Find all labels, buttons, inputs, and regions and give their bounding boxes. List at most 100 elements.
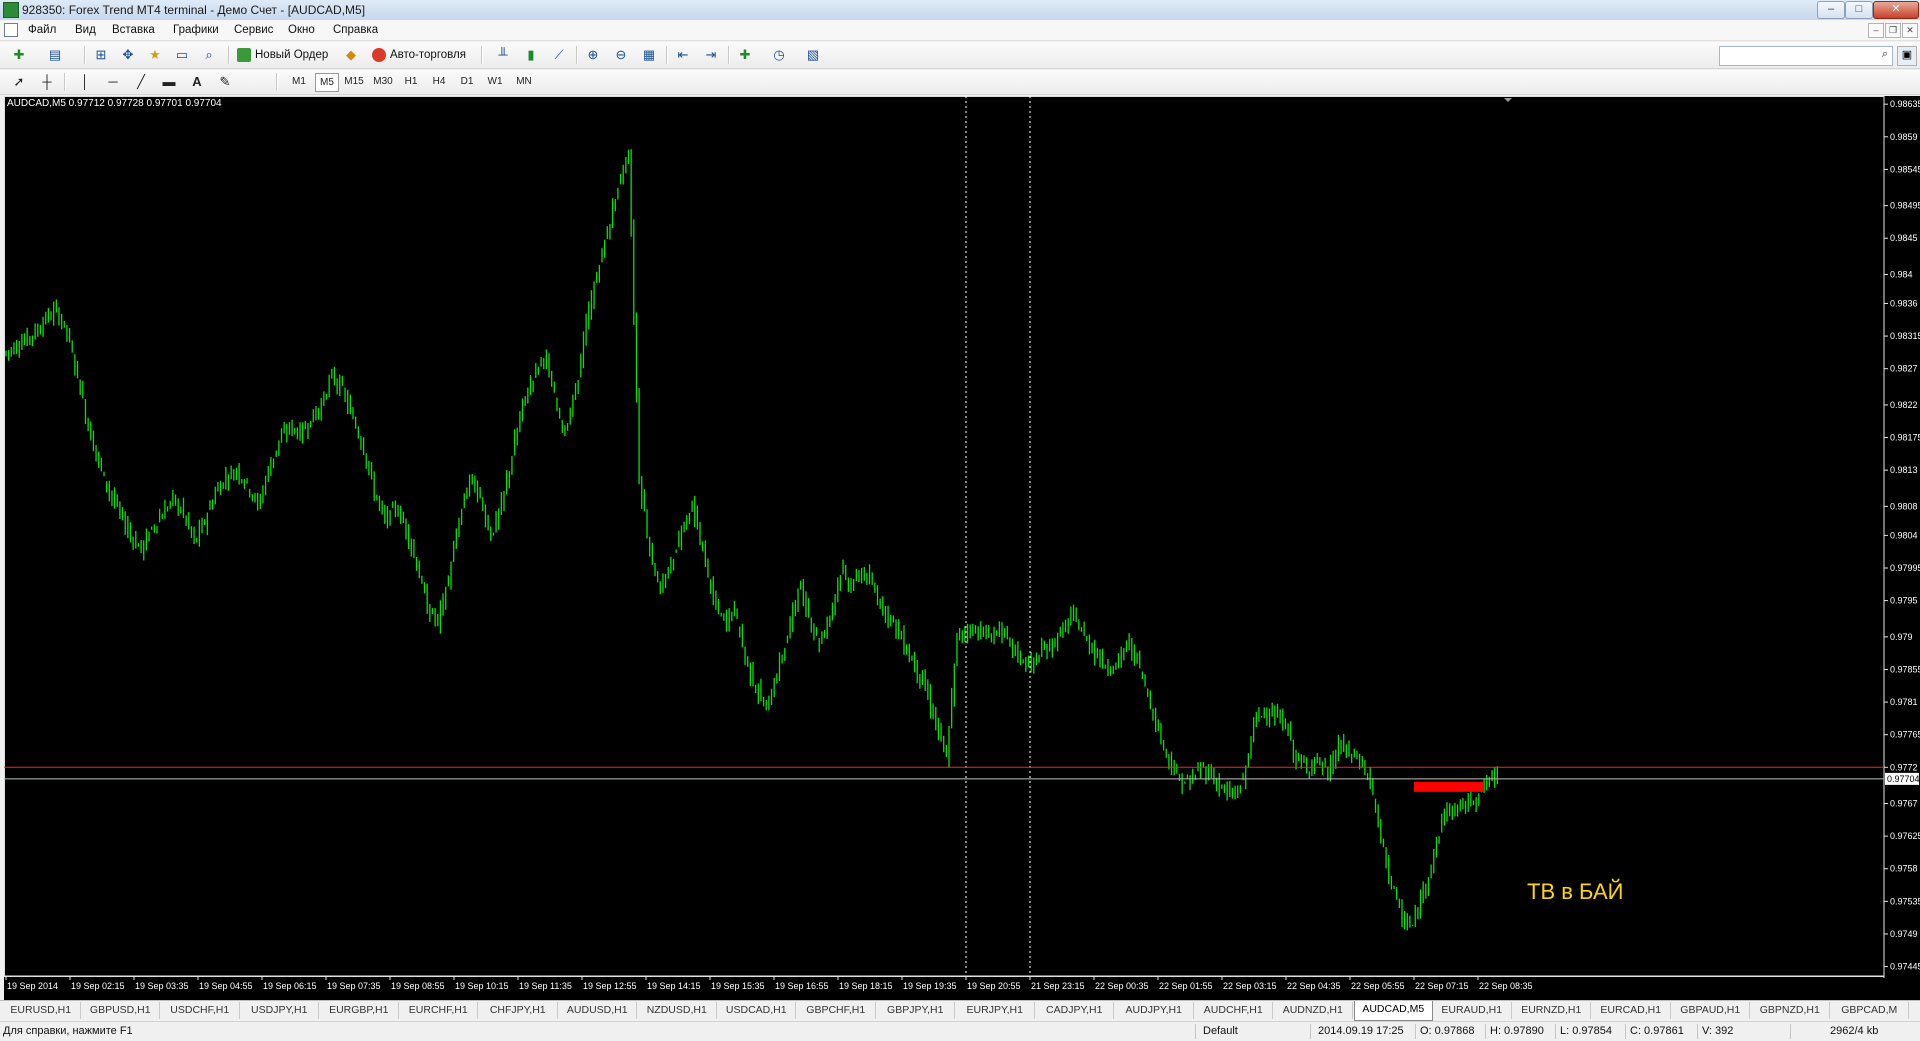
close-button[interactable]: ✕ xyxy=(1873,1,1919,19)
mdi-minimize-button[interactable]: – xyxy=(1868,23,1884,38)
drawing-toolbar: ➚ ┼ │ ─ ╱ ▬ A ✎ M1 M5 M15 M30 H1 H4 D1 W… xyxy=(0,70,1920,95)
symbol-tab[interactable]: USDCHF,H1 xyxy=(161,1002,240,1019)
line-chart-icon[interactable]: ⟋ xyxy=(550,46,568,64)
templates-icon[interactable]: ▧ xyxy=(804,46,822,64)
metaeditor-icon[interactable]: ◆ xyxy=(342,46,360,64)
autotrading-button[interactable]: Авто-торговля xyxy=(372,46,466,64)
symbol-tab[interactable]: GBPCAD,M xyxy=(1831,1002,1909,1019)
tile-windows-icon[interactable]: ▦ xyxy=(640,46,658,64)
indicators-icon[interactable]: ✚ xyxy=(736,46,754,64)
symbol-tab[interactable]: EURUSD,H1 xyxy=(2,1002,81,1019)
time-axis-label: 19 Sep 20:55 xyxy=(967,981,1021,991)
menu-file[interactable]: Файл xyxy=(28,24,56,36)
time-axis-label: 22 Sep 04:35 xyxy=(1287,981,1341,991)
navigator-icon[interactable]: ★ xyxy=(146,46,164,64)
trendline-icon[interactable]: ╱ xyxy=(132,73,150,91)
timeframe-w1[interactable]: W1 xyxy=(484,73,506,90)
symbol-tab[interactable]: EURNZD,H1 xyxy=(1513,1002,1591,1019)
symbol-tab[interactable]: GBPUSD,H1 xyxy=(82,1002,160,1019)
vertical-line-icon[interactable]: │ xyxy=(76,73,94,91)
search-input[interactable]: ⌕ xyxy=(1719,46,1893,66)
maximize-button[interactable]: □ xyxy=(1845,1,1873,19)
bar-chart-icon[interactable]: ╨ xyxy=(494,46,512,64)
data-window-icon[interactable]: ✥ xyxy=(119,46,137,64)
horizontal-line-icon[interactable]: ─ xyxy=(104,73,122,91)
mdi-close-button[interactable]: ✕ xyxy=(1902,23,1918,38)
menu-window[interactable]: Окно xyxy=(288,24,315,36)
time-axis-label: 19 Sep 19:35 xyxy=(903,981,957,991)
price-axis-label: 0.9808 xyxy=(1890,501,1918,511)
timeframe-mn[interactable]: MN xyxy=(512,73,536,90)
status-profile[interactable]: Default xyxy=(1203,1025,1238,1037)
strategy-tester-icon[interactable]: ⌕ xyxy=(200,46,218,64)
price-axis-label: 0.9804 xyxy=(1890,530,1918,540)
time-axis-label: 19 Sep 04:55 xyxy=(199,981,253,991)
menu-tools[interactable]: Сервис xyxy=(234,24,273,36)
new-order-button[interactable]: Новый Ордер xyxy=(237,46,328,64)
candlestick-chart-icon[interactable]: ▮ xyxy=(522,46,540,64)
search-icon[interactable]: ⌕ xyxy=(1882,48,1888,61)
symbol-tab[interactable]: AUDNZD,H1 xyxy=(1274,1002,1353,1019)
document-icon[interactable] xyxy=(4,23,18,37)
timeframe-h4[interactable]: H4 xyxy=(428,73,450,90)
cursor-icon[interactable]: ➚ xyxy=(10,73,28,91)
symbol-tab[interactable]: GBPJPY,H1 xyxy=(877,1002,955,1019)
zoom-out-icon[interactable]: ⊖ xyxy=(612,46,630,64)
time-axis-label: 19 Sep 02:15 xyxy=(71,981,125,991)
symbol-tab[interactable]: EURJPY,H1 xyxy=(956,1002,1035,1019)
symbol-tab[interactable]: EURCAD,H1 xyxy=(1592,1002,1671,1019)
chart-canvas[interactable]: 0.98635 0.9859 0.98545 0.98495 0.9845 0.984 0.… xyxy=(4,96,1920,1000)
minimize-button[interactable]: – xyxy=(1817,1,1845,19)
profiles-icon[interactable]: ▤ xyxy=(46,46,64,64)
market-watch-icon[interactable]: ⊞ xyxy=(92,46,110,64)
menu-view[interactable]: Вид xyxy=(75,24,96,36)
symbol-tab[interactable]: CHFJPY,H1 xyxy=(479,1002,558,1019)
symbol-tab[interactable]: GBPCHF,H1 xyxy=(797,1002,876,1019)
mdi-restore-button[interactable]: ❐ xyxy=(1885,23,1901,38)
status-datetime: 2014.09.19 17:25 xyxy=(1318,1025,1404,1037)
timeframe-m30[interactable]: M30 xyxy=(370,73,396,90)
time-axis-label: 19 Sep 08:55 xyxy=(391,981,445,991)
symbol-tab[interactable]: GBPNZD,H1 xyxy=(1751,1002,1830,1019)
symbol-tab[interactable]: USDJPY,H1 xyxy=(241,1002,319,1019)
new-chart-icon[interactable]: ✚ xyxy=(10,46,28,64)
zoom-in-icon[interactable]: ⊕ xyxy=(584,46,602,64)
time-axis-label: 19 Sep 16:55 xyxy=(775,981,829,991)
autotrading-label: Авто-торговля xyxy=(390,49,466,61)
chart-shift-icon[interactable]: ⇤ xyxy=(674,46,692,64)
time-axis-label: 22 Sep 01:55 xyxy=(1159,981,1213,991)
symbol-tab[interactable]: AUDCAD,M5 xyxy=(1353,1001,1433,1021)
terminal-icon[interactable]: ▭ xyxy=(173,46,191,64)
menu-help[interactable]: Справка xyxy=(333,24,378,36)
crosshair-icon[interactable]: ┼ xyxy=(38,73,56,91)
symbol-tab[interactable]: AUDCHF,H1 xyxy=(1195,1002,1273,1019)
menu-insert[interactable]: Вставка xyxy=(112,24,155,36)
symbol-tab[interactable]: USDCAD,H1 xyxy=(718,1002,796,1019)
timeframe-d1[interactable]: D1 xyxy=(456,73,478,90)
symbol-tab[interactable]: CADJPY,H1 xyxy=(1036,1002,1114,1019)
symbol-tab[interactable]: AUDUSD,H1 xyxy=(559,1002,637,1019)
periods-icon[interactable]: ◷ xyxy=(770,46,788,64)
symbol-tab[interactable]: NZDUSD,H1 xyxy=(638,1002,717,1019)
time-axis-label: 19 Sep 18:15 xyxy=(839,981,893,991)
channel-icon[interactable]: ▬ xyxy=(160,73,178,91)
time-axis-label: 19 Sep 07:35 xyxy=(327,981,381,991)
price-chart[interactable]: 0.98635 0.9859 0.98545 0.98495 0.9845 0.984 0.… xyxy=(4,96,1920,1000)
standard-toolbar: ✚ ▤ ⊞ ✥ ★ ▭ ⌕ Новый Ордер ◆ Авто-торговл… xyxy=(0,42,1920,69)
text-tool-icon[interactable]: A xyxy=(188,73,206,91)
symbol-tab[interactable]: EURCHF,H1 xyxy=(400,1002,478,1019)
symbol-tab[interactable]: EURAUD,H1 xyxy=(1433,1002,1512,1019)
shapes-icon[interactable]: ✎ xyxy=(216,73,234,91)
timeframe-m5[interactable]: M5 xyxy=(315,73,339,92)
symbol-tab[interactable]: AUDJPY,H1 xyxy=(1115,1002,1194,1019)
status-high: H: 0.97890 xyxy=(1490,1025,1544,1037)
symbol-tab[interactable]: GBPAUD,H1 xyxy=(1672,1002,1750,1019)
time-axis-label: 19 Sep 14:15 xyxy=(647,981,701,991)
auto-scroll-icon[interactable]: ⇥ xyxy=(702,46,720,64)
community-icon[interactable]: ▣ xyxy=(1897,46,1917,66)
timeframe-h1[interactable]: H1 xyxy=(400,73,422,90)
timeframe-m15[interactable]: M15 xyxy=(341,73,367,90)
timeframe-m1[interactable]: M1 xyxy=(288,73,310,90)
symbol-tab[interactable]: EURGBP,H1 xyxy=(320,1002,399,1019)
menu-charts[interactable]: Графики xyxy=(173,24,219,36)
